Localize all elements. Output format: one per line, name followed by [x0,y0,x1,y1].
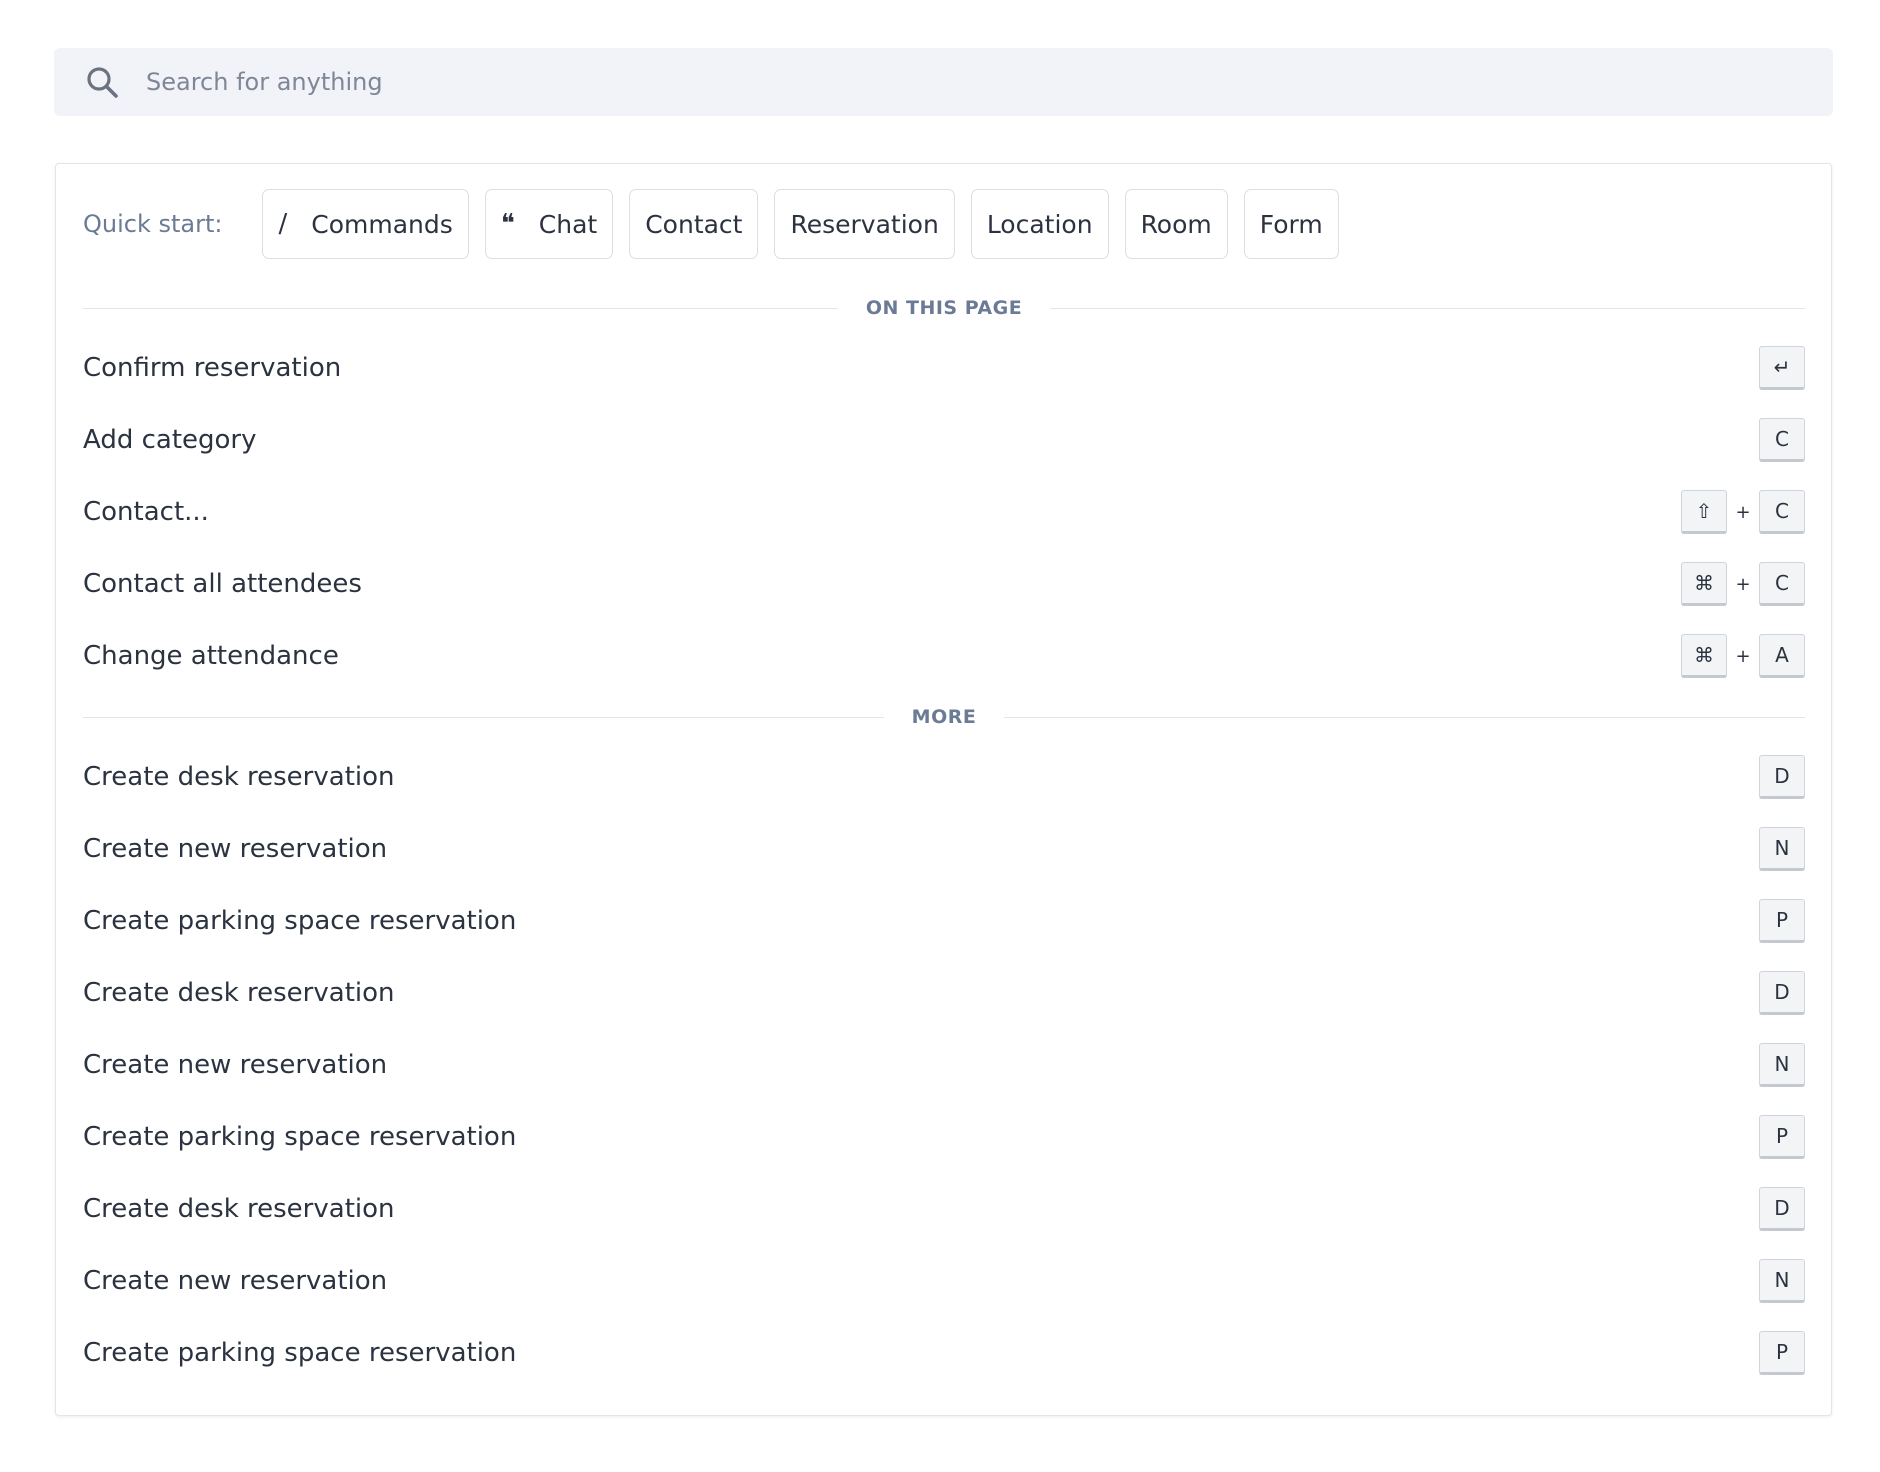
key-c: C [1759,562,1805,606]
search-input[interactable] [144,56,1748,108]
chip-label: Room [1140,209,1212,239]
command-label: Create parking space reservation [83,1338,517,1368]
command-item-create-new-reservation[interactable]: Create new reservation N [83,1251,1805,1311]
command-label: Create new reservation [83,1266,388,1296]
key-separator: + [1735,501,1751,523]
command-label: Contact all attendees [83,569,362,599]
command-item-create-new-reservation[interactable]: Create new reservation N [83,819,1805,879]
shortcut: N [1759,1043,1805,1087]
key-n: N [1759,1259,1805,1303]
shift-key-icon: ⇧ [1681,490,1727,534]
chip-label: Contact [645,209,743,239]
key-a: A [1759,634,1805,678]
quote-icon: ❝ [500,209,515,239]
divider-line [83,307,838,309]
key-d: D [1759,755,1805,799]
key-p: P [1759,1115,1805,1159]
command-label: Create parking space reservation [83,906,517,936]
command-item-add-category[interactable]: Add category C [83,410,1805,470]
command-label: Create parking space reservation [83,1122,517,1152]
command-item-create-desk-reservation[interactable]: Create desk reservation D [83,747,1805,807]
quick-start-chip-commands[interactable]: / Commands [262,189,469,259]
command-key-icon: ⌘ [1681,562,1727,606]
chip-label: Location [986,209,1093,239]
shortcut: D [1759,755,1805,799]
command-label: Create desk reservation [83,762,395,792]
command-label: Create desk reservation [83,978,395,1008]
shortcut: N [1759,1259,1805,1303]
section-header-more: MORE [83,702,1806,732]
key-c: C [1759,418,1805,462]
shortcut: ↵ [1759,346,1805,390]
shortcut: ⌘ + C [1681,562,1805,606]
command-item-contact-all-attendees[interactable]: Contact all attendees ⌘ + C [83,554,1805,614]
slash-icon: / [278,209,288,239]
quick-start-chip-location[interactable]: Location [970,189,1109,259]
quick-start-chip-chat[interactable]: ❝ Chat [484,189,614,259]
command-label: Add category [83,425,257,455]
command-label: Confirm reservation [83,353,342,383]
chip-label: Commands [311,209,453,239]
shortcut: ⌘ + A [1681,634,1805,678]
key-p: P [1759,899,1805,943]
section-title: ON THIS PAGE [865,297,1023,319]
key-p: P [1759,1331,1805,1375]
key-d: D [1759,971,1805,1015]
results-panel: Quick start: / Commands ❝ Chat Contact R… [55,163,1832,1416]
key-n: N [1759,827,1805,871]
quick-start-chip-room[interactable]: Room [1124,189,1228,259]
command-label: Change attendance [83,641,339,671]
command-item-create-parking-space-reservation[interactable]: Create parking space reservation P [83,1323,1805,1383]
shortcut: P [1759,1115,1805,1159]
shortcut: P [1759,1331,1805,1375]
enter-key-icon: ↵ [1759,346,1805,390]
search-bar[interactable] [54,48,1833,116]
command-item-create-desk-reservation[interactable]: Create desk reservation D [83,963,1805,1023]
section-header-on-this-page: ON THIS PAGE [83,293,1806,323]
quick-start-label: Quick start: [83,210,223,238]
key-separator: + [1735,573,1751,595]
shortcut: D [1759,971,1805,1015]
quick-start-bar: Quick start: / Commands ❝ Chat Contact R… [83,188,1355,260]
shortcut: P [1759,899,1805,943]
chip-label: Chat [538,209,598,239]
command-item-create-parking-space-reservation[interactable]: Create parking space reservation P [83,1107,1805,1167]
chip-label: Reservation [790,209,939,239]
key-n: N [1759,1043,1805,1087]
divider-line [83,716,884,718]
key-d: D [1759,1187,1805,1231]
key-c: C [1759,490,1805,534]
command-item-change-attendance[interactable]: Change attendance ⌘ + A [83,626,1805,686]
command-label: Create desk reservation [83,1194,395,1224]
command-item-contact[interactable]: Contact... ⇧ + C [83,482,1805,542]
key-separator: + [1735,645,1751,667]
quick-start-chip-reservation[interactable]: Reservation [774,189,955,259]
command-item-confirm-reservation[interactable]: Confirm reservation ↵ [83,338,1805,398]
command-item-create-parking-space-reservation[interactable]: Create parking space reservation P [83,891,1805,951]
section-title: MORE [911,706,977,728]
command-item-create-desk-reservation[interactable]: Create desk reservation D [83,1179,1805,1239]
command-palette: Quick start: / Commands ❝ Chat Contact R… [0,0,1880,1472]
command-key-icon: ⌘ [1681,634,1727,678]
divider-line [1004,716,1806,718]
command-label: Create new reservation [83,834,388,864]
shortcut: C [1759,418,1805,462]
quick-start-chip-form[interactable]: Form [1243,189,1339,259]
divider-line [1050,307,1806,309]
quick-start-chip-contact[interactable]: Contact [629,189,759,259]
command-label: Contact... [83,497,209,527]
shortcut: D [1759,1187,1805,1231]
search-icon [82,62,122,102]
shortcut: ⇧ + C [1681,490,1805,534]
chip-label: Form [1259,209,1323,239]
command-label: Create new reservation [83,1050,388,1080]
shortcut: N [1759,827,1805,871]
command-item-create-new-reservation[interactable]: Create new reservation N [83,1035,1805,1095]
